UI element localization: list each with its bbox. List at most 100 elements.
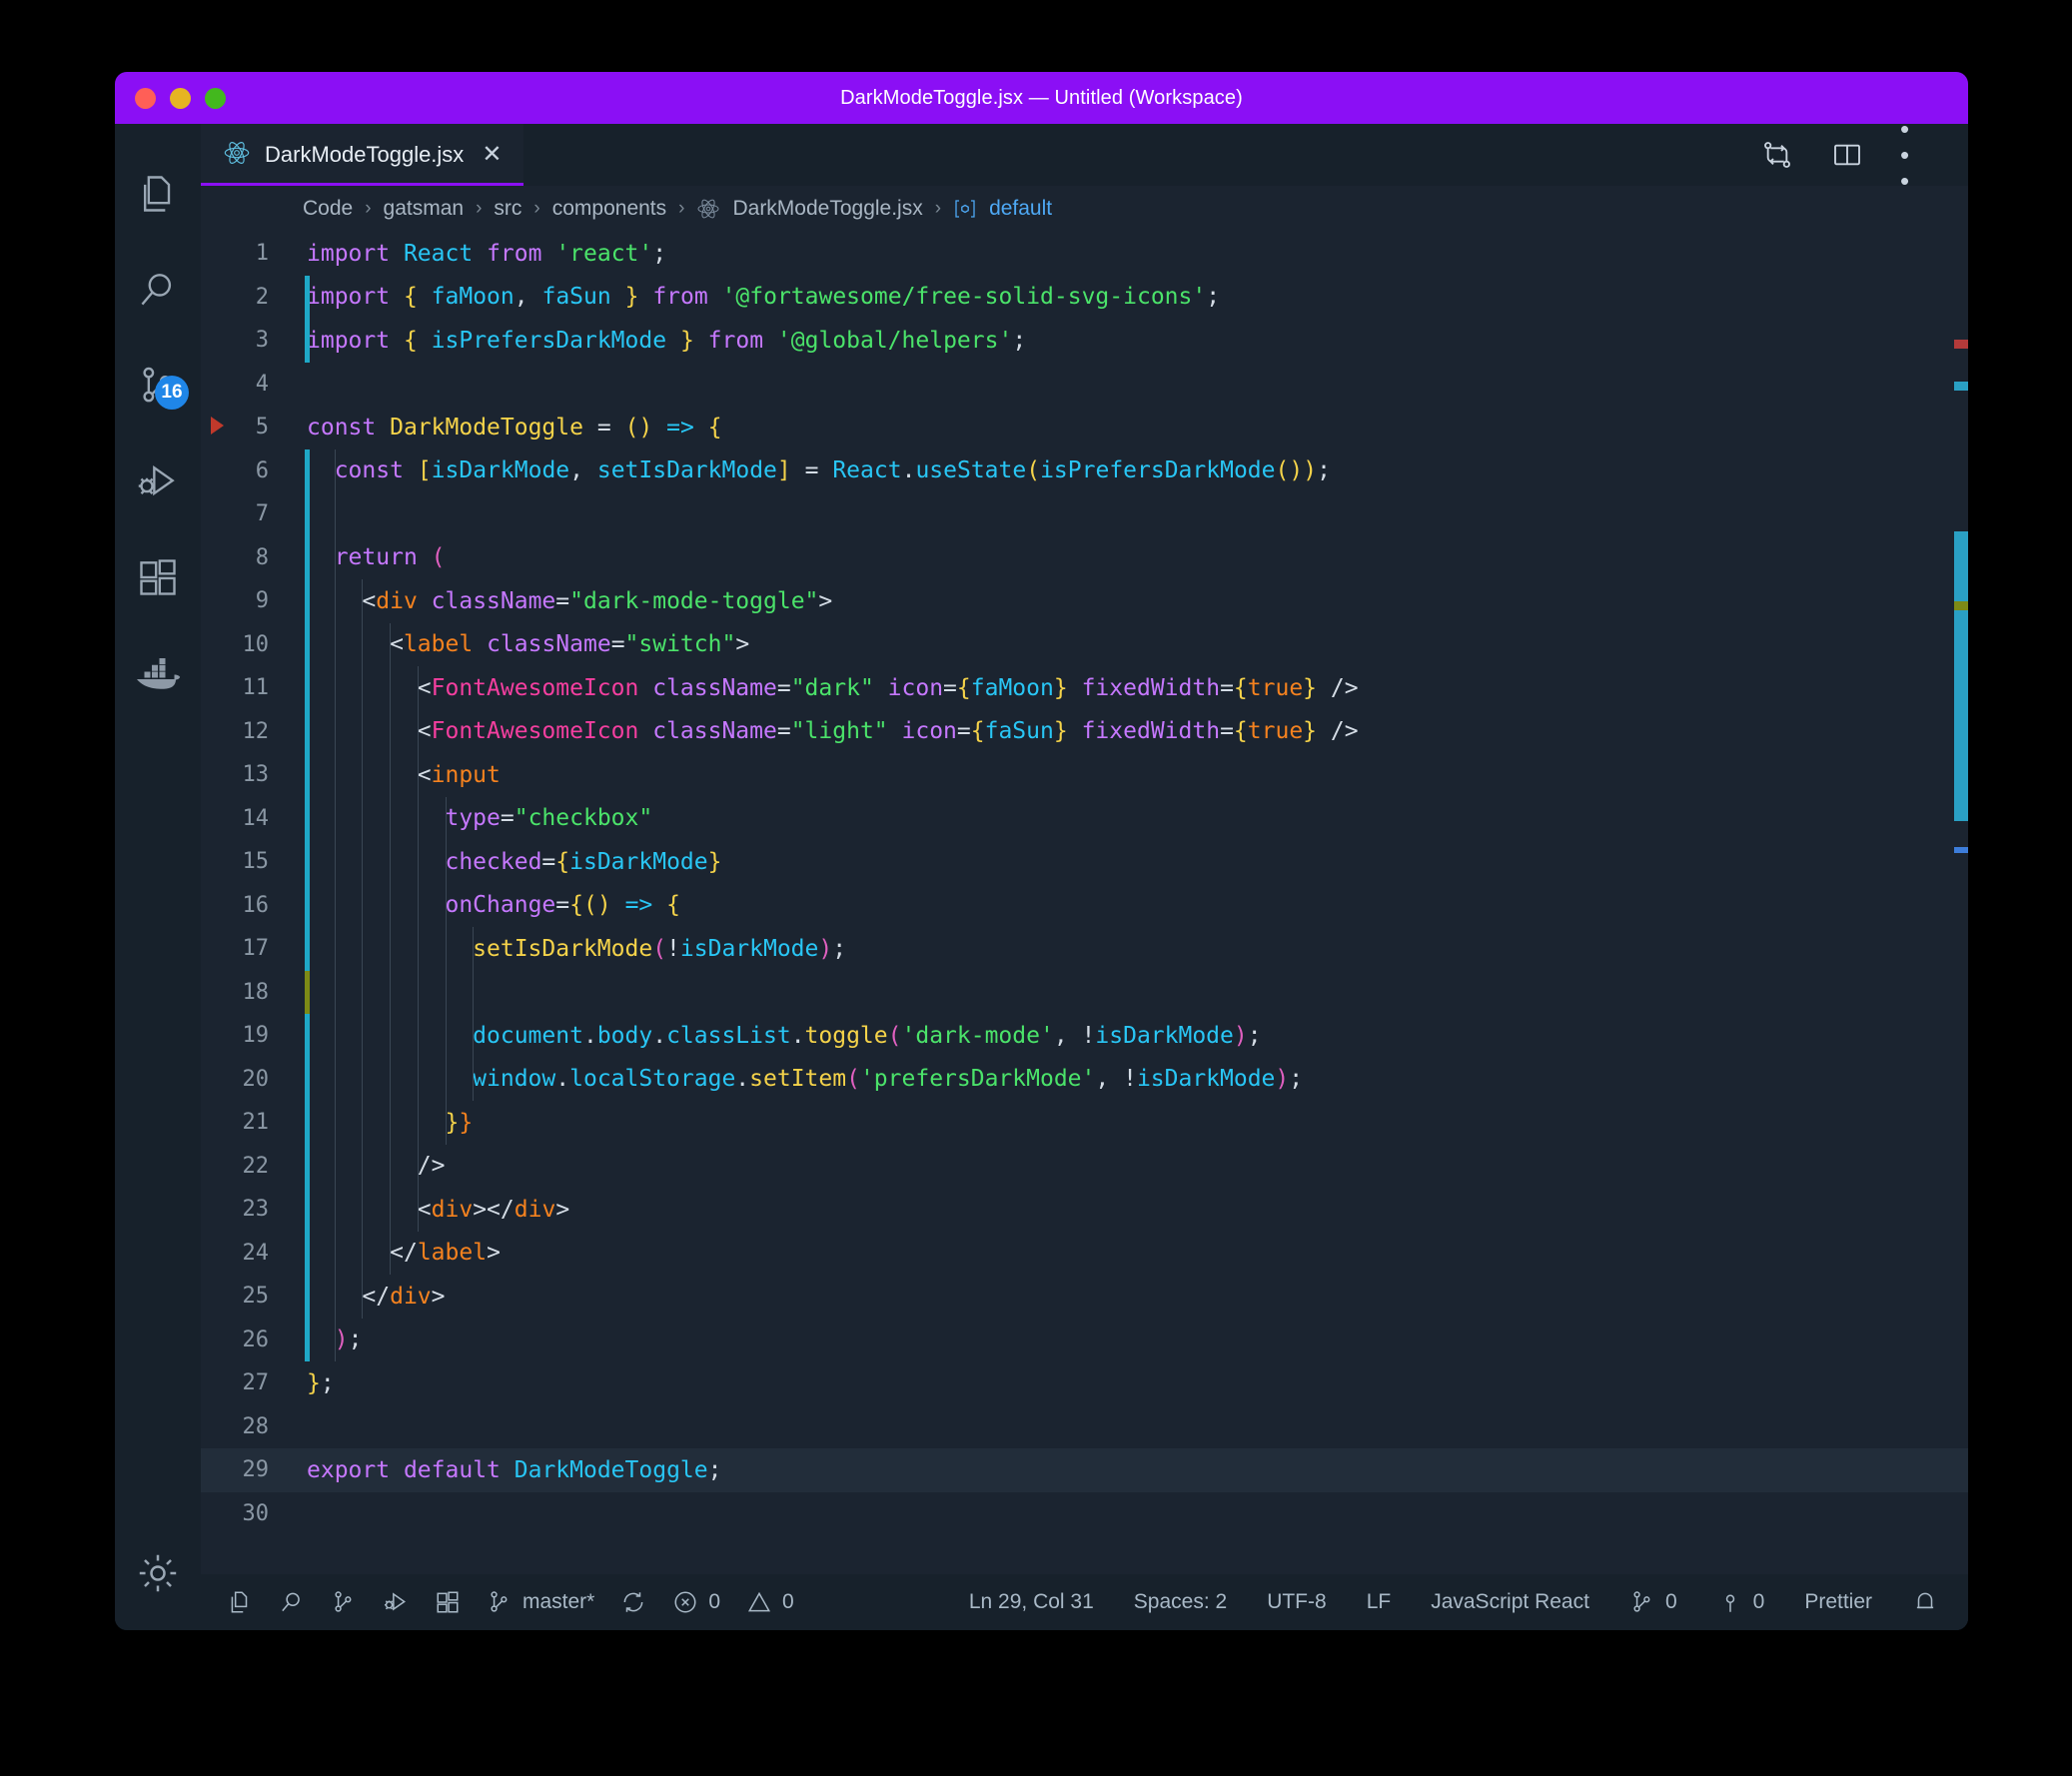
line-number: 22 bbox=[242, 1153, 270, 1179]
status-item-formatter[interactable]: Prettier bbox=[1804, 1590, 1872, 1614]
code-line[interactable]: 23 <div></div> bbox=[201, 1188, 1968, 1232]
indent-guide bbox=[390, 1101, 392, 1145]
activity-item-docker[interactable] bbox=[115, 625, 201, 721]
status-item-cursor-position[interactable]: Ln 29, Col 31 bbox=[969, 1590, 1094, 1614]
code-text: <div className="dark-mode-toggle"> bbox=[362, 587, 833, 614]
status-item-indentation[interactable]: Spaces: 2 bbox=[1134, 1590, 1227, 1614]
code-line[interactable]: 8 return ( bbox=[201, 535, 1968, 579]
breadcrumb-item-code[interactable]: Code bbox=[303, 197, 353, 221]
code-line[interactable]: 10 <label className="switch"> bbox=[201, 622, 1968, 666]
code-line[interactable]: 20 window.localStorage.setItem('prefersD… bbox=[201, 1057, 1968, 1101]
code-line[interactable]: 12 <FontAwesomeIcon className="light" ic… bbox=[201, 709, 1968, 753]
status-item-eol[interactable]: LF bbox=[1367, 1590, 1392, 1614]
status-item-ports[interactable]: 0 bbox=[1629, 1589, 1677, 1615]
code-line[interactable]: 5 const DarkModeToggle = () => { bbox=[201, 406, 1968, 449]
breadcrumb-item-src[interactable]: src bbox=[494, 197, 521, 221]
close-window-button[interactable] bbox=[135, 87, 156, 109]
status-item-search[interactable] bbox=[279, 1589, 305, 1615]
code-line[interactable]: 25 </div> bbox=[201, 1275, 1968, 1319]
fold-marker-icon[interactable] bbox=[211, 417, 224, 435]
code-line[interactable]: 19 document.body.classList.toggle('dark-… bbox=[201, 1014, 1968, 1058]
code-line[interactable]: 15 checked={isDarkMode} bbox=[201, 840, 1968, 884]
maximize-window-button[interactable] bbox=[205, 87, 226, 109]
status-item-branch[interactable]: master* bbox=[487, 1589, 594, 1615]
activity-item-manage[interactable] bbox=[115, 1520, 201, 1630]
code-line[interactable]: 14 type="checkbox" bbox=[201, 796, 1968, 840]
code-line[interactable]: 22 /> bbox=[201, 1144, 1968, 1188]
status-item-encoding[interactable]: UTF-8 bbox=[1267, 1590, 1327, 1614]
status-item-notifications[interactable] bbox=[1912, 1589, 1938, 1615]
code-text: import { isPrefersDarkMode } from '@glob… bbox=[307, 327, 1027, 354]
minimize-window-button[interactable] bbox=[170, 87, 191, 109]
activity-item-extensions[interactable] bbox=[115, 529, 201, 625]
gutter-change-marker bbox=[305, 492, 310, 536]
close-icon[interactable]: ✕ bbox=[482, 143, 502, 167]
indent-guide bbox=[334, 1318, 336, 1361]
gutter-change-marker bbox=[305, 1144, 310, 1188]
code-editor[interactable]: 1 import React from 'react'; 2 import { faM… bbox=[201, 232, 1968, 1574]
status-item-remote[interactable] bbox=[227, 1589, 253, 1615]
status-item-errors[interactable]: 0 bbox=[672, 1589, 720, 1615]
code-line[interactable]: 29 export default DarkModeToggle; bbox=[201, 1448, 1968, 1492]
split-editor-icon[interactable] bbox=[1830, 138, 1864, 172]
overview-ruler[interactable] bbox=[1954, 232, 1968, 1574]
indent-guide bbox=[334, 753, 336, 797]
compare-changes-icon[interactable] bbox=[1760, 138, 1794, 172]
tab-active-underline bbox=[201, 183, 524, 186]
status-item-language-mode[interactable]: JavaScript React bbox=[1431, 1590, 1589, 1614]
gutter-change-marker bbox=[305, 970, 310, 1014]
code-line[interactable]: 24 </label> bbox=[201, 1231, 1968, 1275]
code-text: import { faMoon, faSun } from '@fortawes… bbox=[307, 284, 1221, 311]
code-line[interactable]: 13 <input bbox=[201, 753, 1968, 797]
status-item-sync[interactable] bbox=[620, 1589, 646, 1615]
code-line[interactable]: 4 bbox=[201, 363, 1968, 407]
code-line[interactable]: 26 ); bbox=[201, 1318, 1968, 1361]
sync-icon bbox=[620, 1589, 646, 1615]
ellipsis-icon[interactable]: • • • bbox=[1900, 116, 1934, 194]
status-item-run-debug[interactable] bbox=[383, 1589, 409, 1615]
code-line[interactable]: 11 <FontAwesomeIcon className="dark" ico… bbox=[201, 666, 1968, 710]
search-icon bbox=[279, 1589, 305, 1615]
activity-item-search[interactable] bbox=[115, 242, 201, 338]
code-line[interactable]: 16 onChange={() => { bbox=[201, 883, 1968, 927]
code-line[interactable]: 18 bbox=[201, 970, 1968, 1014]
code-line[interactable]: 9 <div className="dark-mode-toggle"> bbox=[201, 579, 1968, 623]
breadcrumb-item-file[interactable]: DarkModeToggle.jsx bbox=[732, 197, 922, 221]
breadcrumb-item-symbol[interactable]: default bbox=[989, 197, 1052, 221]
overview-mark-change bbox=[1954, 531, 1968, 701]
code-line[interactable]: 2 import { faMoon, faSun } from '@fortawe… bbox=[201, 275, 1968, 319]
status-item-source-control[interactable] bbox=[331, 1589, 357, 1615]
status-item-warnings[interactable]: 0 bbox=[746, 1589, 794, 1615]
code-line[interactable]: 6 const [isDarkMode, setIsDarkMode] = Re… bbox=[201, 448, 1968, 492]
code-line[interactable]: 1 import React from 'react'; bbox=[201, 232, 1968, 276]
indent-guide bbox=[362, 1057, 364, 1101]
gutter-change-marker bbox=[305, 1188, 310, 1232]
code-line[interactable]: 3 import { isPrefersDarkMode } from '@glo… bbox=[201, 319, 1968, 363]
code-line[interactable]: 7 bbox=[201, 492, 1968, 536]
line-number: 29 bbox=[242, 1457, 270, 1483]
status-item-extensions[interactable] bbox=[435, 1589, 461, 1615]
breadcrumb-item-components[interactable]: components bbox=[552, 197, 666, 221]
extensions-icon bbox=[136, 555, 180, 599]
code-line[interactable]: 21 }} bbox=[201, 1101, 1968, 1145]
breadcrumb-item-gatsman[interactable]: gatsman bbox=[384, 197, 465, 221]
activity-item-run-and-debug[interactable] bbox=[115, 434, 201, 529]
line-number: 21 bbox=[242, 1110, 270, 1136]
code-line[interactable]: 17 setIsDarkMode(!isDarkMode); bbox=[201, 927, 1968, 971]
indent-guide bbox=[362, 1144, 364, 1188]
indent-guide bbox=[445, 1057, 447, 1101]
indent-guide bbox=[362, 753, 364, 797]
code-line[interactable]: 28 bbox=[201, 1405, 1968, 1449]
activity-item-source-control[interactable]: 16 bbox=[115, 338, 201, 434]
editor-tab-darkmodetoggle[interactable]: DarkModeToggle.jsx ✕ bbox=[201, 124, 524, 186]
indent-guide bbox=[334, 1188, 336, 1232]
code-line[interactable]: 30 bbox=[201, 1492, 1968, 1536]
indent-guide bbox=[334, 840, 336, 884]
activity-item-explorer[interactable] bbox=[115, 146, 201, 242]
gutter-change-marker bbox=[305, 579, 310, 623]
indent-guide bbox=[390, 1231, 392, 1275]
code-line[interactable]: 27}; bbox=[201, 1361, 1968, 1405]
status-item-radio-tower[interactable]: 0 bbox=[1717, 1589, 1764, 1615]
gutter-change-marker bbox=[305, 927, 310, 971]
indent-guide bbox=[334, 1231, 336, 1275]
